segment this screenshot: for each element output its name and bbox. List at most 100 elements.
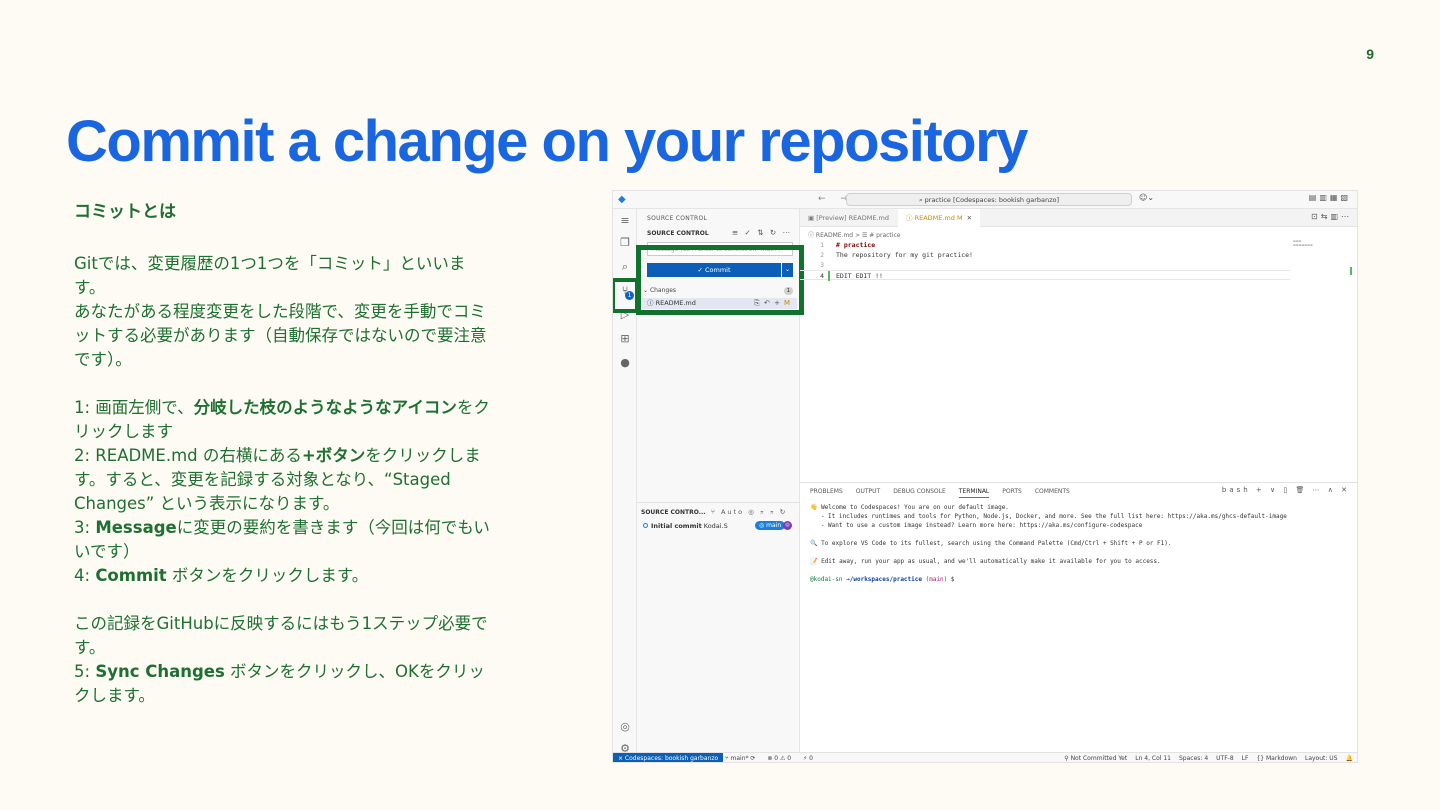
code-line[interactable]: 2 The repository for my git practice! xyxy=(800,250,1290,260)
terminal-line: - It includes runtimes and tools for Pyt… xyxy=(810,513,1287,520)
status-item[interactable]: Spaces: 4 xyxy=(1179,755,1208,762)
layout-icons[interactable]: ▤▥▦▧ xyxy=(1309,193,1351,202)
intro-line-2: あなたがある程度変更をした段階で、変更を手動でコミットする必要があります（自動保… xyxy=(74,302,487,369)
panel-tab-comments[interactable]: COMMENTS xyxy=(1035,488,1070,495)
status-item[interactable]: {} Markdown xyxy=(1256,755,1297,762)
step-2: 2: README.md の右横にある+ボタンをクリックします。すると、変更を記… xyxy=(74,444,494,516)
line-number: 2 xyxy=(820,251,824,259)
tab-readme-label: README.md xyxy=(914,214,955,222)
title-bar: ◆ ← → ⌕ practice [Codespaces: bookish ga… xyxy=(613,191,1357,209)
bottom-panel: PROBLEMS OUTPUT DEBUG CONSOLE TERMINAL PORTS… xyxy=(800,482,1357,752)
panel-tab-terminal[interactable]: TERMINAL xyxy=(958,488,990,498)
menu-icon[interactable]: ≡ xyxy=(613,211,637,231)
code-line[interactable]: 4 EDIT EDIT !! xyxy=(800,270,1290,281)
step-5-prefix: 5: xyxy=(74,662,96,681)
status-problems[interactable]: ⊗ 0 ⚠ 0 xyxy=(767,755,791,762)
gutter-change-marker xyxy=(828,271,830,281)
page-number: 9 xyxy=(1366,46,1374,62)
tab-preview-label: [Preview] README.md xyxy=(816,214,889,222)
step-1: 1: 画面左側で、分岐した枝のようなようなアイコンをクリックします xyxy=(74,396,494,444)
code-editor[interactable]: 1 # practice 2 The repository for my git pr… xyxy=(800,240,1290,281)
minimap[interactable]: ▬▬▬ ▬▬▬▬▬▬▬ xyxy=(1293,239,1353,249)
status-item[interactable]: Ln 4, Col 11 xyxy=(1135,755,1171,762)
prompt-path: →/workspaces/practice xyxy=(842,576,922,583)
breadcrumb[interactable]: ⓘ README.md > ☰ # practice xyxy=(808,230,900,239)
panel-tab-problems[interactable]: PROBLEMS xyxy=(810,488,843,495)
status-right: ⚲ Not Committed Yet Ln 4, Col 11 Spaces: 4… xyxy=(1056,753,1353,762)
commit-author: Kodai.S xyxy=(703,522,728,530)
avatar: ◎ xyxy=(783,521,792,530)
line-number: 4 xyxy=(820,272,824,280)
status-item[interactable]: LF xyxy=(1242,755,1249,762)
explorer-icon[interactable]: ❐ xyxy=(613,233,637,253)
search-icon[interactable]: ⌕ xyxy=(613,257,637,277)
graph-actions[interactable]: ⑂ Auto ◎ ⚻ ⚻ ↻ xyxy=(711,508,787,516)
prompt-branch: (main) xyxy=(922,576,948,583)
source-control-graph: SOURCE CONTRO... ⑂ Auto ◎ ⚻ ⚻ ↻ Initial … xyxy=(637,502,800,530)
code-line[interactable]: 3 xyxy=(800,260,1290,270)
panel-tab-output[interactable]: OUTPUT xyxy=(856,488,880,495)
graph-commit-row[interactable]: Initial commit Kodai.S xyxy=(643,522,728,530)
step-4-prefix: 4: xyxy=(74,566,96,585)
panel-tab-debug-console[interactable]: DEBUG CONSOLE xyxy=(893,488,946,495)
line-text: The repository for my git practice! xyxy=(836,251,973,259)
instruction-text: コミットとは Gitでは、変更履歴の1つ1つを「コミット」といいます。 あなたが… xyxy=(74,200,494,708)
panel-tabs: PROBLEMS OUTPUT DEBUG CONSOLE TERMINAL PORTS… xyxy=(810,488,1083,498)
prompt-user: @kodai-sn xyxy=(810,576,843,583)
line-number: 3 xyxy=(820,261,824,269)
slide-title: Commit a change on your repository xyxy=(66,109,1028,174)
terminal-prompt: @kodai-sn →/workspaces/practice (main) $ xyxy=(810,575,1350,584)
vscode-screenshot: ◆ ← → ⌕ practice [Codespaces: bookish ga… xyxy=(612,190,1358,763)
status-branch[interactable]: ⑂ main* ⟳ xyxy=(725,755,755,762)
step-1-emphasis: 分岐した枝のようなようなアイコン xyxy=(193,398,457,417)
sc-actions[interactable]: ≡ ✓ ⇅ ↻ ⋯ xyxy=(732,228,792,237)
step-1-prefix: 1: 画面左側で、 xyxy=(74,398,194,417)
step-5-emphasis: Sync Changes xyxy=(95,662,225,681)
step-4: 4: Commit ボタンをクリックします。 xyxy=(74,564,494,588)
section-heading: コミットとは xyxy=(74,202,176,222)
command-center[interactable]: ⌕ practice [Codespaces: bookish garbanzo… xyxy=(846,193,1132,206)
scrollbar-change-marker xyxy=(1350,267,1352,275)
status-item[interactable]: 🔔 xyxy=(1346,755,1353,762)
tab-actions[interactable]: ⊡⇆▥⋯ xyxy=(1311,212,1352,221)
step-3-prefix: 3: xyxy=(74,518,96,537)
activity-icon-highlight xyxy=(613,278,639,313)
line-text: # practice xyxy=(836,241,876,249)
status-left: ⑂ main* ⟳ ⊗ 0 ⚠ 0 ⚡ 0 xyxy=(725,753,823,762)
sc-header: SOURCE CONTROL xyxy=(647,230,709,237)
panel-actions[interactable]: bash + ∨ ▯ 🗑 ⋯ ∧ ✕ xyxy=(1222,486,1350,494)
sidebar-label: SOURCE CONTROL xyxy=(647,215,708,222)
graph-header[interactable]: SOURCE CONTRO... xyxy=(641,509,706,516)
close-icon[interactable]: ✕ xyxy=(967,214,972,222)
branch-pill: ◎ main xyxy=(755,521,786,530)
copilot-icon[interactable]: ☺⌄ xyxy=(1139,193,1154,202)
status-item[interactable]: ⚲ Not Committed Yet xyxy=(1064,755,1127,762)
tab-status: M xyxy=(956,214,963,222)
tab-readme[interactable]: ⓘ README.md M ✕ xyxy=(898,209,981,227)
status-item[interactable]: UTF-8 xyxy=(1216,755,1234,762)
step-4-suffix: ボタンをクリックします。 xyxy=(166,566,369,585)
prompt-end: $ xyxy=(947,576,955,583)
extensions-icon[interactable]: ⊞ xyxy=(613,329,637,349)
remote-indicator[interactable]: ⨯ Codespaces: bookish garbanzo xyxy=(613,753,724,762)
step-3: 3: Messageに変更の要約を書きます（今回は何でもいいです） xyxy=(74,516,494,564)
status-ports[interactable]: ⚡ 0 xyxy=(803,755,813,762)
commit-dot-icon xyxy=(643,523,648,528)
account-icon[interactable]: ◎ xyxy=(613,717,637,737)
intro-line-1: Gitでは、変更履歴の1つ1つを「コミット」といいます。 xyxy=(74,254,466,297)
tab-preview[interactable]: ▣ [Preview] README.md xyxy=(800,209,897,227)
github-icon[interactable]: ● xyxy=(613,353,637,373)
editor-tabs: ▣ [Preview] README.md ⓘ README.md M ✕ ⊡⇆▥… xyxy=(800,209,1357,227)
source-control-highlight xyxy=(636,245,804,315)
step-2-prefix: 2: README.md の右横にある xyxy=(74,446,302,465)
terminal-line: 🔍 To explore VS Code to its fullest, sea… xyxy=(810,540,1172,547)
terminal[interactable]: 👋 Welcome to Codespaces! You are on our … xyxy=(810,503,1350,584)
panel-tab-ports[interactable]: PORTS xyxy=(1002,488,1022,495)
line-text: EDIT EDIT !! xyxy=(836,272,883,280)
terminal-line: 👋 Welcome to Codespaces! You are on our … xyxy=(810,504,1009,511)
code-line[interactable]: 1 # practice xyxy=(800,240,1290,250)
status-item[interactable]: Layout: US xyxy=(1305,755,1338,762)
